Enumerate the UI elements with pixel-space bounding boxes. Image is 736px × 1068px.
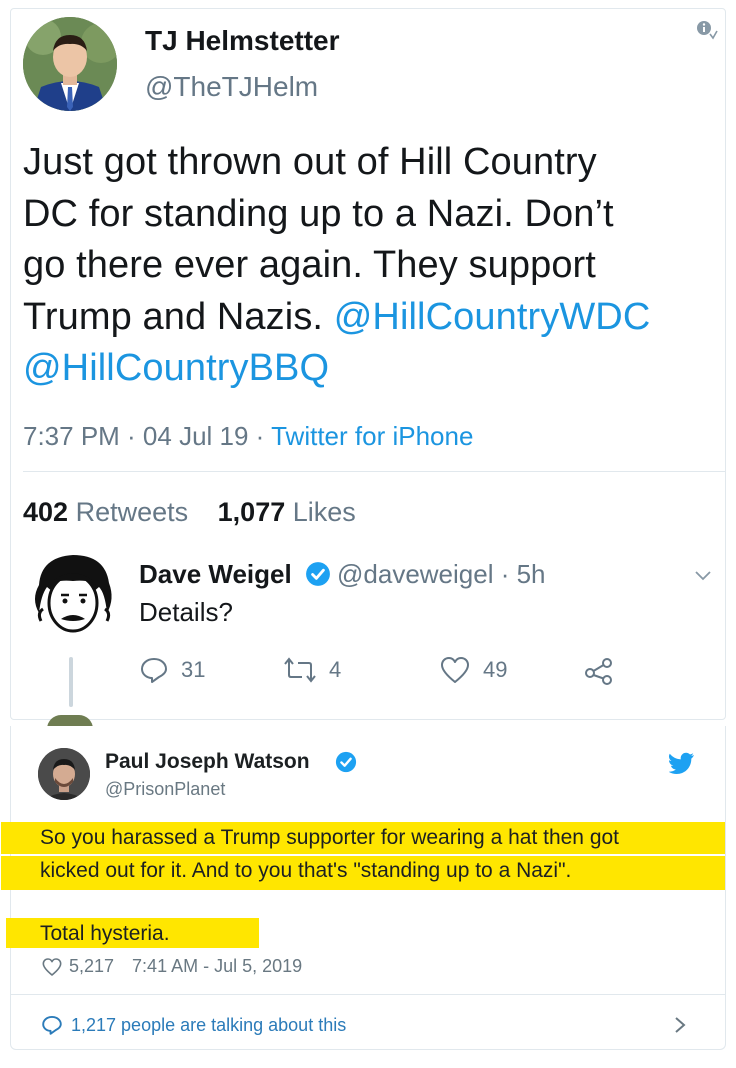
heart-icon[interactable] xyxy=(41,957,63,977)
reply-count: 31 xyxy=(181,657,206,682)
mention-link[interactable]: @HillCountryBBQ xyxy=(23,343,713,395)
reply-icon xyxy=(141,658,167,683)
retweet-button[interactable]: 4 xyxy=(283,655,341,685)
embedded-tweet-card: Paul Joseph Watson @PrisonPlanet So you … xyxy=(1,726,726,1050)
talking-text: 1,217 people are talking about this xyxy=(71,1014,347,1035)
reply-author-handle[interactable]: @daveweigel · 5h xyxy=(337,559,546,590)
retweets-label[interactable]: Retweets xyxy=(76,497,189,527)
tweet-source-link[interactable]: Twitter for iPhone xyxy=(271,421,473,451)
tweet-line: DC for standing up to a Nazi. Don’t xyxy=(23,192,614,235)
tweet-line-text: Trump and Nazis. xyxy=(23,295,334,338)
tweet-line: go there ever again. They support xyxy=(23,244,596,286)
embed-tweet-line: Total hysteria. xyxy=(40,922,170,945)
likes-count[interactable]: 1,077 xyxy=(218,497,286,527)
retweet-icon xyxy=(284,657,316,683)
chevron-right-icon[interactable] xyxy=(673,1016,687,1034)
tweet-line: Trump and Nazis. @HillCountryWDC xyxy=(23,292,713,344)
talking-link[interactable]: 1,217 people are talking about this xyxy=(41,1014,346,1036)
embed-author-name[interactable]: Paul Joseph Watson xyxy=(105,750,310,774)
share-icon xyxy=(585,658,612,685)
embed-timestamp[interactable]: 7:41 AM - Jul 5, 2019 xyxy=(132,956,302,977)
twitter-bird-icon[interactable] xyxy=(669,752,695,774)
embed-like-count[interactable]: 5,217 xyxy=(69,956,114,977)
reply-button[interactable]: 31 xyxy=(139,655,205,685)
comment-icon xyxy=(42,1015,62,1035)
retweet-count: 4 xyxy=(329,657,342,682)
embed-meta: 5,217 7:41 AM - Jul 5, 2019 xyxy=(41,956,302,977)
author-name[interactable]: TJ Helmstetter xyxy=(145,25,340,57)
avatar[interactable] xyxy=(38,748,90,800)
avatar[interactable] xyxy=(23,17,117,111)
reply-author-name[interactable]: Dave Weigel xyxy=(139,559,292,590)
main-tweet-card: TJ Helmstetter @TheTJHelm Just got throw… xyxy=(10,8,727,729)
divider xyxy=(23,471,725,472)
like-button[interactable]: 49 xyxy=(439,655,507,685)
embed-tweet-line: So you harassed a Trump supporter for we… xyxy=(40,826,620,849)
tweet-line: Just got thrown out of Hill Country xyxy=(23,141,597,183)
tweet-stats: 402 Retweets 1,077 Likes xyxy=(23,497,356,528)
likes-label[interactable]: Likes xyxy=(293,497,356,527)
reply-text: Details? xyxy=(139,597,233,627)
avatar[interactable] xyxy=(25,549,121,645)
mention-link[interactable]: @HillCountryWDC xyxy=(334,296,651,338)
embed-author-handle[interactable]: @PrisonPlanet xyxy=(105,779,225,800)
verified-badge-icon xyxy=(335,751,357,773)
chevron-down-icon[interactable] xyxy=(691,563,715,587)
tweet-text: Just got thrown out of Hill Country DC f… xyxy=(23,137,713,395)
embed-tweet-line: kicked out for it. And to you that's "st… xyxy=(40,859,572,882)
share-button[interactable] xyxy=(583,655,615,685)
verified-badge-icon xyxy=(306,562,330,586)
tweet-time[interactable]: 7:37 PM · 04 Jul 19 · xyxy=(23,421,271,451)
like-count: 49 xyxy=(483,657,508,682)
author-handle[interactable]: @TheTJHelm xyxy=(145,71,318,103)
divider xyxy=(11,994,725,995)
heart-icon xyxy=(441,657,469,683)
reply-action-bar: 31 4 49 xyxy=(11,655,727,689)
tweet-timestamp: 7:37 PM · 04 Jul 19 · Twitter for iPhone xyxy=(23,421,473,452)
retweets-count[interactable]: 402 xyxy=(23,497,68,527)
info-caret-icon[interactable] xyxy=(695,19,719,43)
